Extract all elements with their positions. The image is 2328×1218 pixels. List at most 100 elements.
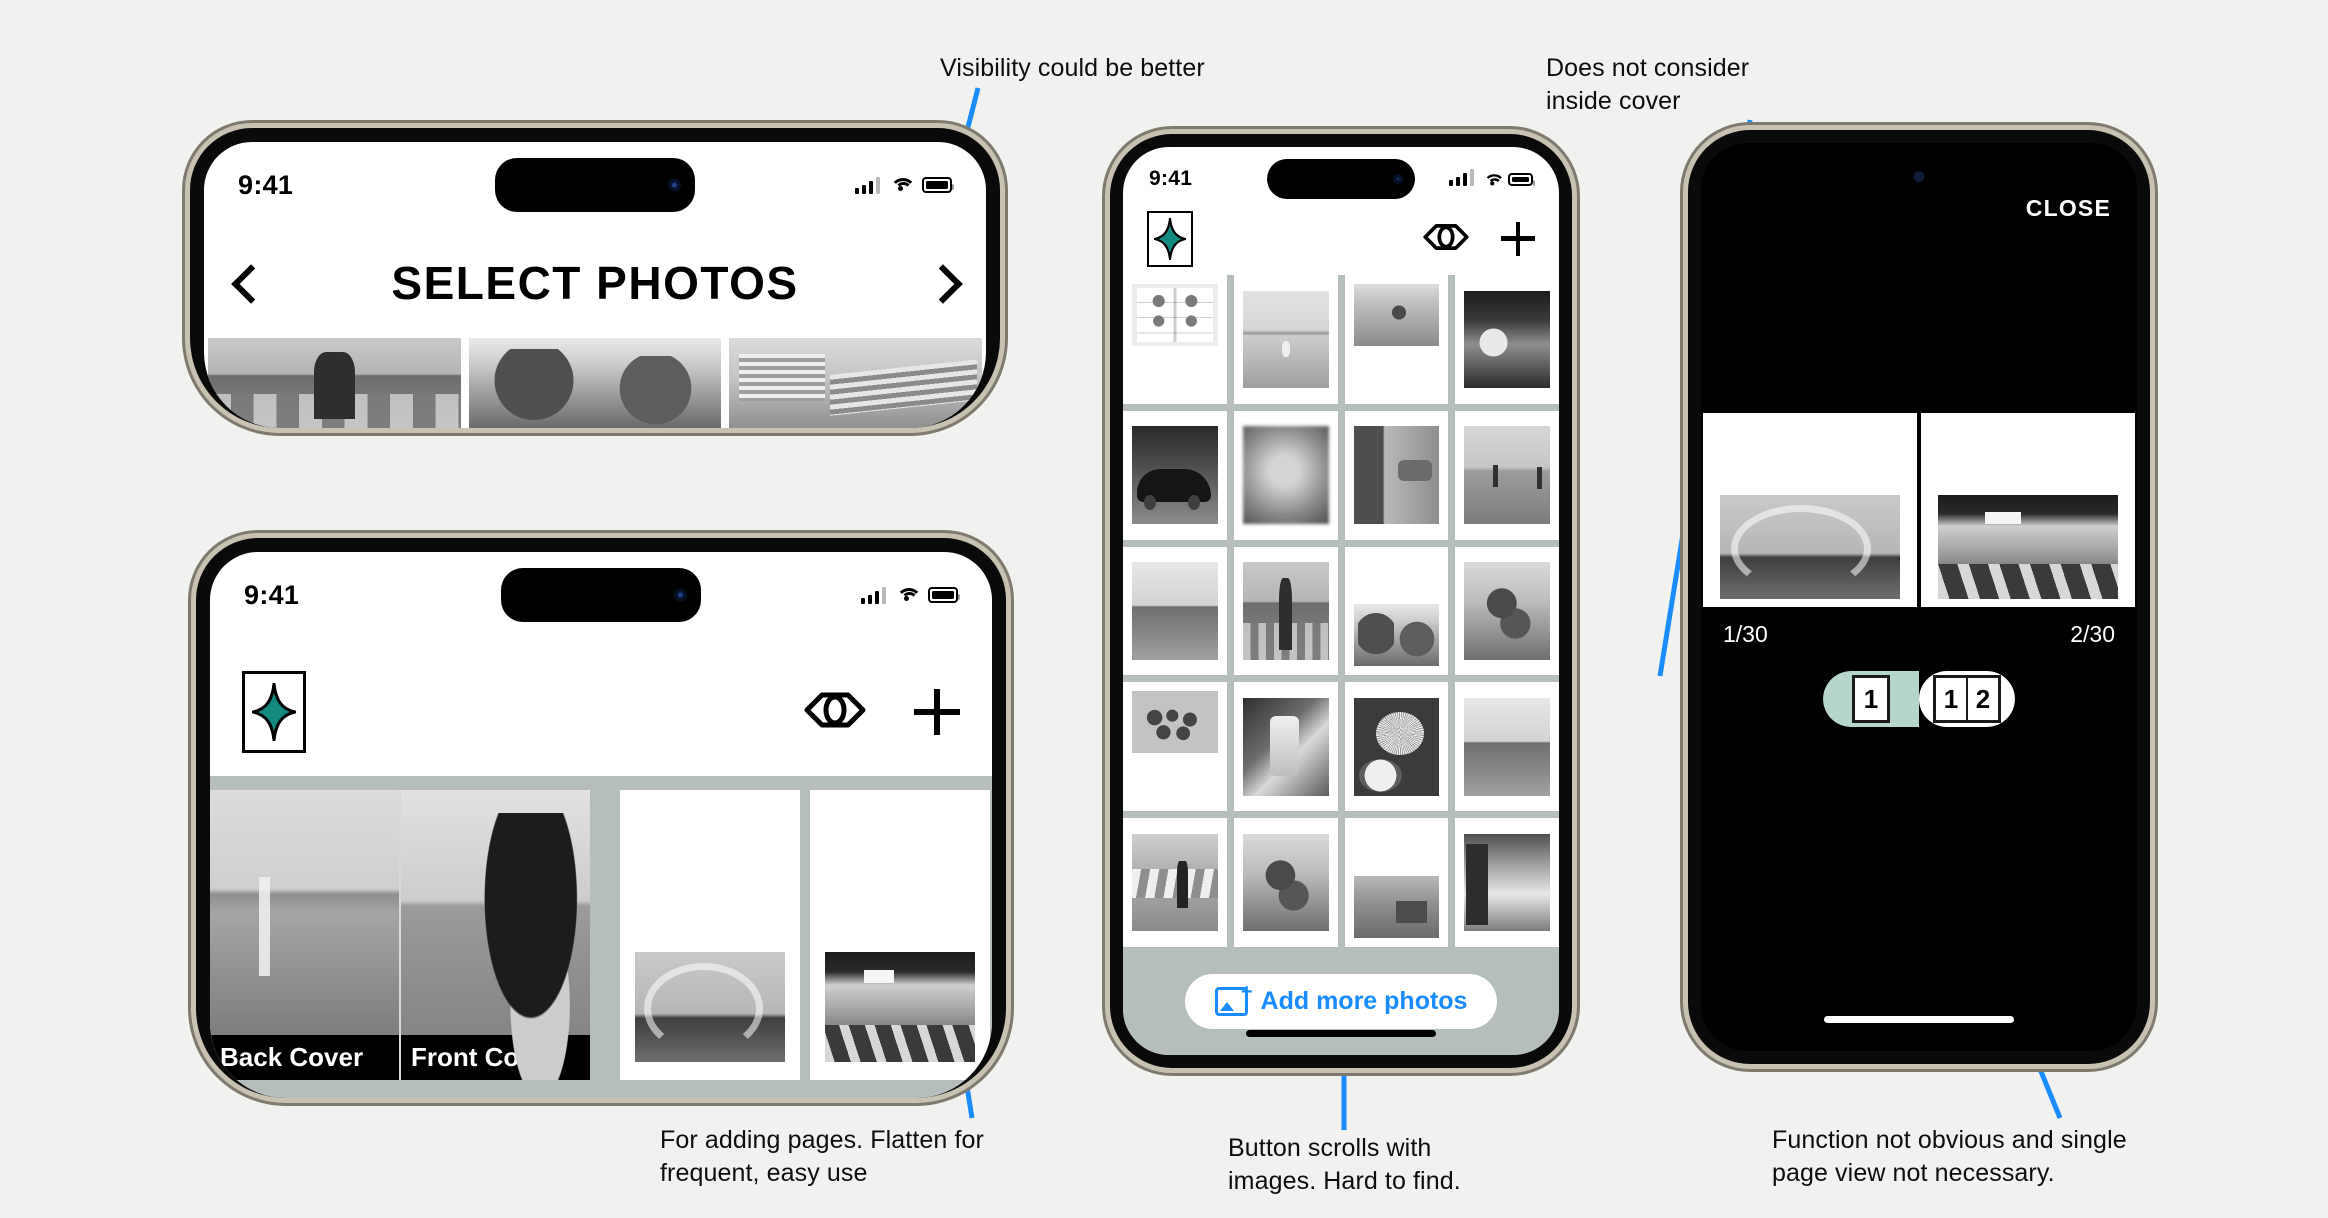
chevron-left-icon[interactable] bbox=[234, 266, 268, 300]
add-photo-icon bbox=[1214, 982, 1253, 1016]
wifi-icon bbox=[890, 177, 916, 194]
phone4-screen: CLOSE 1/30 2/30 1 1 2 bbox=[1701, 143, 2137, 1051]
cellular-bars-icon bbox=[1448, 169, 1474, 186]
home-indicator bbox=[1246, 1030, 1436, 1037]
grid-photo-cell[interactable] bbox=[1233, 275, 1338, 404]
sparkle-logo-icon[interactable] bbox=[1147, 211, 1193, 267]
grid-photo[interactable] bbox=[1242, 698, 1329, 796]
status-time: 9:41 bbox=[1149, 167, 1193, 190]
grid-photo[interactable] bbox=[1464, 426, 1550, 524]
sparkle-glyph bbox=[1154, 218, 1186, 260]
grid-photo[interactable] bbox=[1464, 562, 1550, 660]
grid-photo[interactable] bbox=[1464, 290, 1550, 389]
cellular-bars-icon bbox=[854, 176, 880, 194]
spread-page-left-icon: 1 bbox=[1933, 675, 1967, 723]
cellular-bars-icon bbox=[860, 586, 886, 604]
chevron-right-icon[interactable] bbox=[922, 266, 956, 300]
grid-photo-cell[interactable] bbox=[1344, 546, 1449, 676]
grid-photo-cell[interactable] bbox=[1455, 546, 1559, 676]
thumb-photo[interactable] bbox=[468, 338, 722, 428]
grid-photo-cell[interactable] bbox=[1344, 818, 1449, 947]
plus-icon[interactable] bbox=[1501, 222, 1535, 256]
grid-photo-cell[interactable] bbox=[1233, 410, 1338, 540]
add-more-photos-bar: Add more photos bbox=[1123, 947, 1559, 1055]
grid-photo[interactable] bbox=[1132, 284, 1218, 347]
grid-photo-cell[interactable] bbox=[1455, 682, 1559, 812]
grid-photo[interactable] bbox=[1242, 833, 1329, 932]
grid-photo-cell[interactable] bbox=[1344, 410, 1449, 540]
spread-page-right-icon: 2 bbox=[1967, 675, 2001, 723]
grid-photo-cell[interactable] bbox=[1455, 275, 1559, 404]
grid-photo[interactable] bbox=[1132, 426, 1218, 524]
grid-photo[interactable] bbox=[1353, 284, 1440, 347]
photo-grid[interactable] bbox=[1123, 275, 1559, 947]
front-camera-lens bbox=[1913, 171, 1925, 182]
grid-photo-cell[interactable] bbox=[1455, 818, 1559, 947]
page-counter-right: 2/30 bbox=[2070, 621, 2115, 647]
grid-photo-cell[interactable] bbox=[1233, 682, 1338, 812]
eye-icon[interactable] bbox=[1423, 222, 1469, 257]
cover-spread-strip[interactable]: Back Cover Front Cover bbox=[210, 776, 992, 1098]
annotation-visibility: Visibility could be better bbox=[940, 54, 1205, 82]
grid-photo-cell[interactable] bbox=[1455, 410, 1559, 540]
phone-mockup-select-photos: 9:41 SELECT PHOTOS bbox=[190, 128, 1000, 428]
battery-icon bbox=[928, 587, 960, 603]
mockup-canvas: Visibility could be better Does not cons… bbox=[0, 0, 2328, 1218]
spread-page-left[interactable] bbox=[1701, 411, 1919, 609]
toggle-single-page[interactable]: 1 bbox=[1823, 671, 1919, 727]
page-thumb[interactable] bbox=[635, 952, 785, 1062]
sparkle-logo-icon[interactable] bbox=[242, 671, 306, 753]
phone-mockup-photo-grid: 9:41 + Add more photos bbox=[1110, 134, 1572, 1068]
cover-back[interactable]: Back Cover bbox=[210, 790, 401, 1080]
grid-photo-cell[interactable] bbox=[1233, 546, 1338, 676]
thumb-photo[interactable] bbox=[208, 338, 461, 428]
page-photo bbox=[1938, 494, 2118, 599]
grid-photo[interactable] bbox=[1353, 604, 1440, 667]
status-bar: 9:41 bbox=[1123, 165, 1559, 193]
page-thumb[interactable] bbox=[825, 952, 975, 1062]
grid-photo-cell[interactable] bbox=[1344, 275, 1449, 404]
plus-icon[interactable] bbox=[914, 689, 960, 735]
grid-photo[interactable] bbox=[1464, 833, 1550, 932]
annotation-adding-pages: For adding pages. Flatten for frequent, … bbox=[660, 1126, 984, 1188]
grid-photo[interactable] bbox=[1242, 290, 1329, 389]
nav-bar: SELECT PHOTOS bbox=[204, 250, 986, 316]
grid-photo[interactable] bbox=[1242, 562, 1329, 660]
add-more-photos-label: Add more photos bbox=[1260, 986, 1468, 1015]
grid-photo-cell[interactable] bbox=[1123, 682, 1227, 812]
page-photo bbox=[1720, 494, 1900, 599]
grid-photo[interactable] bbox=[1353, 698, 1440, 796]
page-counter-left: 1/30 bbox=[1723, 621, 1768, 647]
grid-photo-cell[interactable] bbox=[1344, 682, 1449, 812]
grid-photo-cell[interactable] bbox=[1233, 818, 1338, 947]
eye-icon[interactable] bbox=[804, 690, 866, 735]
grid-photo[interactable] bbox=[1132, 562, 1218, 660]
page-view-toggle[interactable]: 1 1 2 bbox=[1823, 671, 2015, 727]
grid-photo[interactable] bbox=[1242, 426, 1329, 524]
photo-thumb-strip[interactable] bbox=[204, 338, 986, 428]
wifi-icon bbox=[896, 587, 922, 604]
wifi-icon bbox=[1483, 173, 1505, 186]
grid-photo-cell[interactable] bbox=[1123, 546, 1227, 676]
cover-front[interactable]: Front Cover bbox=[401, 790, 590, 1080]
phone-mockup-spread-preview: CLOSE 1/30 2/30 1 1 2 bbox=[1688, 130, 2150, 1064]
grid-photo[interactable] bbox=[1132, 833, 1218, 932]
grid-photo[interactable] bbox=[1353, 875, 1440, 938]
close-button[interactable]: CLOSE bbox=[2026, 195, 2111, 222]
page-title: SELECT PHOTOS bbox=[391, 257, 799, 309]
single-page-icon: 1 bbox=[1852, 675, 1890, 723]
sparkle-glyph bbox=[252, 683, 296, 741]
cover-label-front: Front Cover bbox=[401, 1035, 590, 1080]
thumb-photo[interactable] bbox=[729, 338, 983, 428]
grid-photo-cell[interactable] bbox=[1123, 275, 1227, 404]
grid-photo-cell[interactable] bbox=[1123, 410, 1227, 540]
toggle-spread-page[interactable]: 1 2 bbox=[1919, 671, 2015, 727]
grid-photo[interactable] bbox=[1464, 698, 1550, 796]
phone2-screen: 9:41 Back Cover Front Cover bbox=[210, 552, 992, 1098]
grid-photo[interactable] bbox=[1132, 691, 1218, 754]
grid-photo[interactable] bbox=[1353, 426, 1440, 524]
page-spread[interactable] bbox=[1701, 411, 2137, 609]
add-more-photos-button[interactable]: Add more photos bbox=[1184, 973, 1498, 1029]
grid-photo-cell[interactable] bbox=[1123, 818, 1227, 947]
spread-page-right[interactable] bbox=[1919, 411, 2137, 609]
